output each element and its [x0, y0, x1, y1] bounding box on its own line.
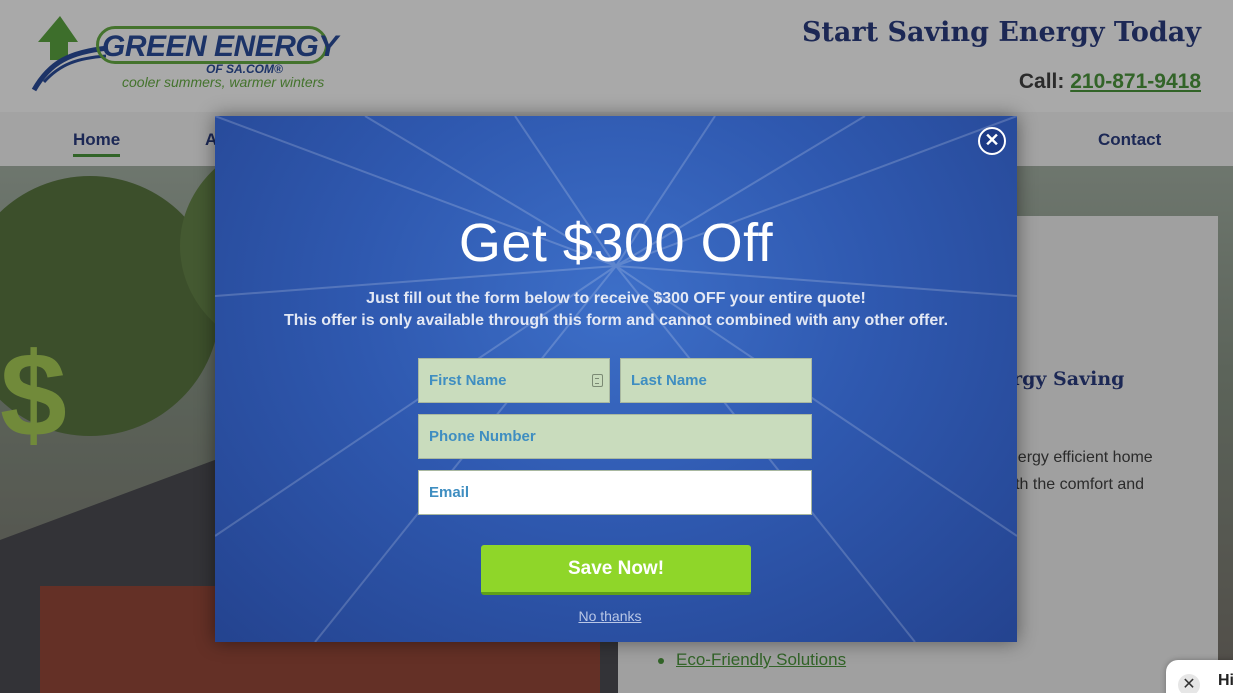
save-now-button[interactable]: Save Now! [481, 545, 751, 595]
no-thanks-link[interactable]: No thanks [215, 608, 1005, 624]
phone-field[interactable] [418, 414, 812, 459]
popup-description: Just fill out the form below to receive … [215, 288, 1017, 332]
contact-card-icon[interactable] [592, 374, 603, 387]
chat-close-icon[interactable]: ✕ [1178, 674, 1200, 693]
last-name-field[interactable] [620, 358, 812, 403]
chat-widget[interactable]: ✕ Hi [1166, 660, 1233, 693]
email-field[interactable] [418, 470, 812, 515]
close-icon[interactable]: ✕ [978, 127, 1006, 155]
popup-description-line: Just fill out the form below to receive … [366, 290, 866, 307]
popup-description-line: This offer is only available through thi… [283, 312, 949, 329]
first-name-field[interactable] [418, 358, 610, 403]
popup-title: Get $300 Off [458, 213, 774, 273]
chat-greeting[interactable]: Hi [1218, 672, 1233, 690]
discount-popup: ✕ Get $300 Off Just fill out the form be… [215, 116, 1017, 642]
